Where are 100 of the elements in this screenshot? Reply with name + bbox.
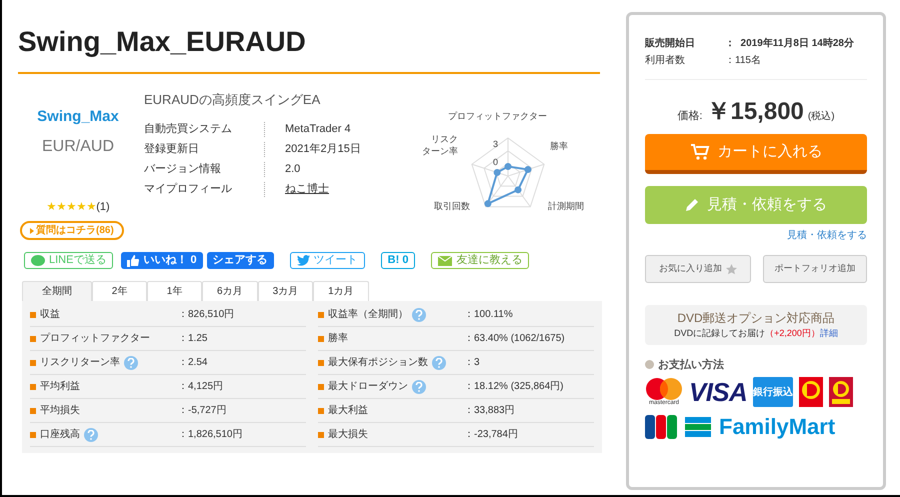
stat-label: 平均利益 xyxy=(40,380,80,394)
dvd-title: DVD郵送オプション対応商品 xyxy=(677,310,835,327)
radar-axis-label: 取引回数 xyxy=(434,200,470,213)
help-icon[interactable] xyxy=(412,308,426,322)
pen-icon xyxy=(685,198,699,212)
stat-value: ：-5,727円 xyxy=(178,404,228,418)
radar-point xyxy=(524,166,532,174)
help-icon[interactable] xyxy=(432,356,446,370)
estimate-link[interactable]: 見積・依頼をする xyxy=(787,228,867,243)
bullet-icon xyxy=(318,360,324,366)
share-button[interactable]: B! 0 xyxy=(380,252,416,269)
stat-value: ：4,125円 xyxy=(178,380,224,394)
dvd-price: （+2,200円） xyxy=(765,327,820,340)
info-value: 2.0 xyxy=(285,162,300,174)
share-button[interactable]: ツイート xyxy=(290,252,365,269)
price-amount: ￥15,800 xyxy=(706,97,804,127)
jcb-logo xyxy=(645,415,677,439)
daily-logo xyxy=(829,377,854,407)
favorite-button[interactable]: お気に入り追加 xyxy=(645,255,751,283)
radar-tick-label: 0 xyxy=(493,156,498,169)
sale-label: 販売開始日 xyxy=(645,36,696,51)
bullet-icon xyxy=(30,408,36,414)
radar-point xyxy=(514,186,522,194)
info-value: MetaTrader 4 xyxy=(285,122,351,134)
info-label: 自動売買システム xyxy=(143,122,233,136)
stat-value: ：100.11% xyxy=(464,308,514,322)
star-rating: ★★★★★ xyxy=(46,200,96,214)
envelope-icon xyxy=(438,256,452,266)
bullet-icon xyxy=(30,432,36,438)
radar-line xyxy=(486,165,530,206)
page-title: Swing_Max_EURAUD xyxy=(18,22,600,74)
stat-label: 収益率（全期間） xyxy=(328,308,408,322)
bullet-icon xyxy=(318,408,324,414)
share-button[interactable]: 友達に教える xyxy=(431,252,530,269)
period-tab[interactable]: 3カ月 xyxy=(258,281,314,301)
radar-point xyxy=(494,168,501,176)
product-logo-name: Swing_Max xyxy=(37,107,119,127)
stat-value: ：1.25 xyxy=(178,332,208,346)
details-link[interactable]: 詳細 xyxy=(820,327,838,340)
dvd-text: DVDに記録してお届け xyxy=(674,327,766,340)
payment-title: お支払い方法 xyxy=(658,358,724,372)
profile-link[interactable]: ねこ博士 xyxy=(285,182,329,194)
bird-icon xyxy=(296,255,310,266)
radar-axis-label: ターン率 xyxy=(422,146,458,157)
cart-icon xyxy=(690,143,710,161)
stat-value: ：63.40% (1062/1675) xyxy=(464,332,566,346)
help-icon[interactable] xyxy=(412,380,426,394)
radar-tick-label: 3 xyxy=(493,138,498,151)
help-icon[interactable] xyxy=(124,356,138,370)
stat-value: ：2.54 xyxy=(178,356,208,370)
familymart-logo: FamilyMart xyxy=(719,416,836,438)
chat-bubble-icon xyxy=(31,254,45,266)
bullet-icon xyxy=(645,360,654,370)
stat-label: 最大利益 xyxy=(328,404,368,418)
info-value: 2021年2月15日 xyxy=(285,142,361,154)
info-label: 登録更新日 xyxy=(143,142,200,156)
star-icon xyxy=(726,264,737,274)
sale-label: 利用者数 xyxy=(645,54,686,68)
stat-value: ：18.12% (325,864円) xyxy=(464,380,565,394)
stat-value: ：826,510円 xyxy=(178,308,236,322)
radar-axis-label: 計測期間 xyxy=(548,200,584,213)
period-tab[interactable]: 2年 xyxy=(92,281,147,301)
familymart-stripes-icon xyxy=(685,417,711,437)
share-button[interactable]: いいね！ 0 xyxy=(121,252,203,269)
info-label: マイプロフィール xyxy=(143,182,233,196)
bullet-icon xyxy=(30,336,36,342)
radar-axis-label: プロフィットファクター xyxy=(448,110,547,123)
tax-note: (税込) xyxy=(808,110,835,124)
bullet-icon xyxy=(30,312,36,318)
visa-logo: VISA xyxy=(689,379,748,405)
bullet-icon xyxy=(30,360,36,366)
help-icon[interactable] xyxy=(84,428,98,442)
period-tab[interactable]: 6カ月 xyxy=(202,281,258,301)
bullet-icon xyxy=(318,384,324,390)
bullet-icon xyxy=(318,336,324,342)
product-logo-pair: EUR/AUD xyxy=(42,136,114,156)
stat-value: ：1,826,510円 xyxy=(178,428,244,442)
stat-label: 収益 xyxy=(40,308,60,322)
bullet-icon xyxy=(318,432,324,438)
period-tab[interactable]: 全期間 xyxy=(22,281,92,301)
stat-value: ：33,883円 xyxy=(464,404,516,418)
stat-label: 最大ドローダウン xyxy=(328,380,408,394)
bullet-icon xyxy=(30,384,36,390)
stat-label: 勝率 xyxy=(328,332,348,346)
sale-value: ： 2019年11月8日 14時28分 xyxy=(725,36,854,51)
stat-value: ：-23,784円 xyxy=(464,428,519,442)
period-tab[interactable]: 1年 xyxy=(147,281,202,301)
thumbs-up-icon xyxy=(127,254,140,266)
caret-icon xyxy=(30,228,34,234)
price-label: 価格: xyxy=(677,109,702,124)
radar-axis-label: リスク xyxy=(431,134,458,145)
stat-label: 口座残高 xyxy=(40,428,80,442)
info-label: バージョン情報 xyxy=(143,162,222,176)
d-point-logo xyxy=(799,377,824,407)
portfolio-button[interactable]: ポートフォリオ追加 xyxy=(763,255,867,283)
stat-label: プロフィットファクター xyxy=(40,332,150,346)
radar-point xyxy=(504,163,512,170)
share-button[interactable]: シェアする xyxy=(206,252,274,269)
period-tab[interactable]: 1カ月 xyxy=(313,281,369,301)
stat-label: リスクリターン率 xyxy=(40,356,120,370)
